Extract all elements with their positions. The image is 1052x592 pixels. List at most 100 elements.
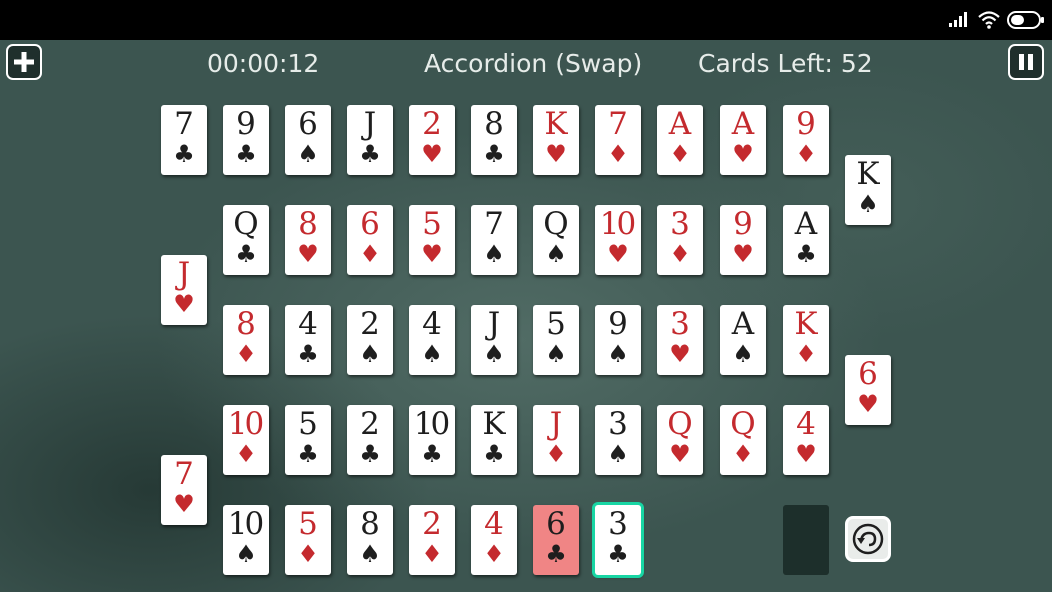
playing-card[interactable]: A ♥: [720, 105, 766, 175]
pause-button[interactable]: [1008, 44, 1044, 80]
playing-card[interactable]: 3 ♥: [657, 305, 703, 375]
card-suit-icon: ♥: [173, 290, 195, 318]
card-rank: 7: [484, 206, 504, 242]
playing-card[interactable]: 4 ♦: [471, 505, 517, 575]
playing-card[interactable]: 8 ♠: [347, 505, 393, 575]
playing-card[interactable]: 5 ♦: [285, 505, 331, 575]
game-title: Accordion (Swap): [424, 49, 643, 78]
menu-button[interactable]: [6, 44, 42, 80]
card-suit-icon: ♥: [545, 140, 567, 168]
playing-card[interactable]: 9 ♦: [783, 105, 829, 175]
playing-card[interactable]: 5 ♥: [409, 205, 455, 275]
card-rank: K: [544, 106, 567, 142]
card-suit-icon: ♣: [359, 440, 381, 468]
card-suit-icon: ♠: [857, 190, 879, 218]
card-rank: 2: [422, 506, 442, 542]
playing-card[interactable]: 10 ♣: [409, 405, 455, 475]
card-suit-icon: ♣: [795, 240, 817, 268]
playing-card[interactable]: K ♥: [533, 105, 579, 175]
playing-card[interactable]: 6 ♣: [533, 505, 579, 575]
playing-card[interactable]: K ♣: [471, 405, 517, 475]
playing-card[interactable]: 7 ♠: [471, 205, 517, 275]
playing-card[interactable]: 5 ♣: [285, 405, 331, 475]
card-rank: 9: [733, 206, 753, 242]
playing-card[interactable]: 8 ♦: [223, 305, 269, 375]
playing-card[interactable]: 3 ♣: [595, 505, 641, 575]
playing-card[interactable]: 9 ♣: [223, 105, 269, 175]
playing-card[interactable]: 3 ♦: [657, 205, 703, 275]
playing-card[interactable]: 8 ♥: [285, 205, 331, 275]
playing-card[interactable]: 2 ♥: [409, 105, 455, 175]
playing-card[interactable]: J ♠: [471, 305, 517, 375]
playing-card[interactable]: Q ♠: [533, 205, 579, 275]
playing-card[interactable]: 3 ♠: [595, 405, 641, 475]
playing-card[interactable]: 2 ♠: [347, 305, 393, 375]
playing-card[interactable]: Q ♣: [223, 205, 269, 275]
playing-card[interactable]: 7 ♦: [595, 105, 641, 175]
card-rank: 7: [174, 456, 194, 492]
playing-card[interactable]: 10 ♥: [595, 205, 641, 275]
card-suit-icon: ♠: [732, 340, 754, 368]
card-suit-icon: ♣: [173, 140, 195, 168]
playing-card[interactable]: 8 ♣: [471, 105, 517, 175]
playing-card[interactable]: Q ♥: [657, 405, 703, 475]
playing-card[interactable]: 4 ♠: [409, 305, 455, 375]
card-rank: Q: [667, 406, 692, 442]
card-suit-icon: ♦: [795, 140, 817, 168]
card-rank: 8: [360, 506, 380, 542]
card-rank: K: [794, 306, 817, 342]
card-rank: 7: [174, 106, 194, 142]
signal-icon: [949, 12, 967, 27]
playing-card[interactable]: 10 ♦: [223, 405, 269, 475]
card-rank: 6: [858, 356, 878, 392]
card-rank: 2: [422, 106, 442, 142]
playing-card[interactable]: J ♥: [161, 255, 207, 325]
card-suit-icon: ♠: [235, 540, 257, 568]
playing-card[interactable]: 2 ♣: [347, 405, 393, 475]
playing-card[interactable]: Q ♦: [720, 405, 766, 475]
stock-pile[interactable]: [783, 505, 829, 575]
playing-card[interactable]: 9 ♠: [595, 305, 641, 375]
card-suit-icon: ♠: [545, 240, 567, 268]
playing-card[interactable]: 4 ♥: [783, 405, 829, 475]
card-rank: 3: [670, 206, 690, 242]
card-suit-icon: ♣: [483, 440, 505, 468]
playing-card[interactable]: A ♦: [657, 105, 703, 175]
card-rank: 9: [236, 106, 256, 142]
card-suit-icon: ♠: [545, 340, 567, 368]
playing-card[interactable]: J ♦: [533, 405, 579, 475]
playing-card[interactable]: 7 ♥: [161, 455, 207, 525]
playing-card[interactable]: J ♣: [347, 105, 393, 175]
playing-card[interactable]: K ♦: [783, 305, 829, 375]
card-suit-icon: ♦: [421, 540, 443, 568]
card-suit-icon: ♠: [483, 340, 505, 368]
card-rank: 10: [227, 406, 264, 442]
playing-card[interactable]: A ♣: [783, 205, 829, 275]
playing-card[interactable]: K ♠: [845, 155, 891, 225]
card-suit-icon: ♣: [483, 140, 505, 168]
playing-card[interactable]: 10 ♠: [223, 505, 269, 575]
card-suit-icon: ♥: [669, 440, 691, 468]
playing-card[interactable]: 6 ♥: [845, 355, 891, 425]
card-rank: 4: [796, 406, 816, 442]
playing-card[interactable]: 6 ♠: [285, 105, 331, 175]
card-suit-icon: ♣: [359, 140, 381, 168]
card-rank: 6: [298, 106, 318, 142]
undo-button[interactable]: [845, 516, 891, 562]
playing-card[interactable]: 5 ♠: [533, 305, 579, 375]
card-suit-icon: ♥: [297, 240, 319, 268]
card-rank: 5: [546, 306, 566, 342]
card-suit-icon: ♦: [545, 440, 567, 468]
card-rank: 9: [608, 306, 628, 342]
playing-card[interactable]: 4 ♣: [285, 305, 331, 375]
playing-card[interactable]: 6 ♦: [347, 205, 393, 275]
playing-card[interactable]: 7 ♣: [161, 105, 207, 175]
playing-card[interactable]: A ♠: [720, 305, 766, 375]
card-suit-icon: ♣: [607, 540, 629, 568]
playing-card[interactable]: 9 ♥: [720, 205, 766, 275]
card-suit-icon: ♣: [297, 440, 319, 468]
playing-card[interactable]: 2 ♦: [409, 505, 455, 575]
pause-icon: [1019, 54, 1033, 70]
card-rank: 5: [422, 206, 442, 242]
card-rank: A: [668, 106, 691, 142]
